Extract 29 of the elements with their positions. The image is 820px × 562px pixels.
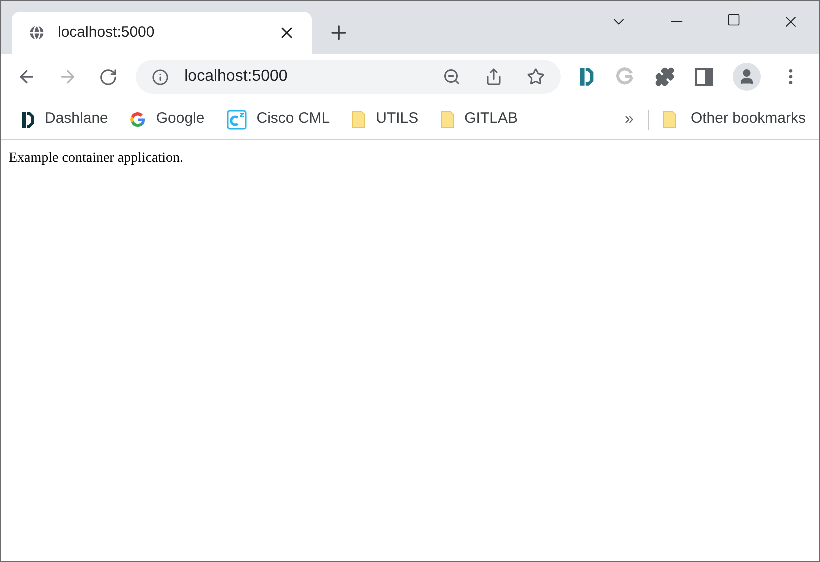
star-icon[interactable] (527, 68, 546, 86)
folder-icon (662, 110, 677, 128)
zoom-out-icon[interactable] (443, 68, 462, 86)
bookmark[interactable]: Dashlane (21, 108, 108, 131)
folder-icon (440, 110, 455, 128)
side-panel-icon[interactable] (695, 68, 714, 86)
cisco-icon (226, 110, 247, 130)
bookmark[interactable]: UTILS (352, 108, 419, 131)
dashlane-icon (21, 110, 35, 128)
page-text: Example container application. (9, 150, 185, 168)
address-bar[interactable]: localhost:5000 (136, 60, 562, 94)
more-bookmarks-button[interactable]: » (625, 108, 634, 132)
folder-icon (352, 110, 366, 128)
share-icon[interactable] (485, 68, 504, 86)
bookmark[interactable]: Google (130, 108, 205, 131)
bookmark[interactable]: GITLAB (440, 108, 518, 131)
info-icon[interactable] (152, 68, 169, 86)
globe-icon (28, 24, 46, 42)
puzzle-icon[interactable] (655, 67, 676, 87)
tab-title: localhost:5000 (58, 22, 156, 43)
bookmark[interactable]: Cisco CML (226, 108, 330, 131)
browser-tab[interactable]: localhost:5000 (12, 12, 312, 54)
profile-avatar[interactable] (733, 63, 762, 91)
reload-icon[interactable] (98, 68, 118, 86)
url-text: localhost:5000 (184, 67, 289, 87)
bookmark[interactable]: Other bookmarks (662, 108, 806, 131)
maximize-icon[interactable] (726, 13, 740, 27)
google-icon (130, 112, 146, 128)
dashlane-icon[interactable] (579, 67, 596, 87)
